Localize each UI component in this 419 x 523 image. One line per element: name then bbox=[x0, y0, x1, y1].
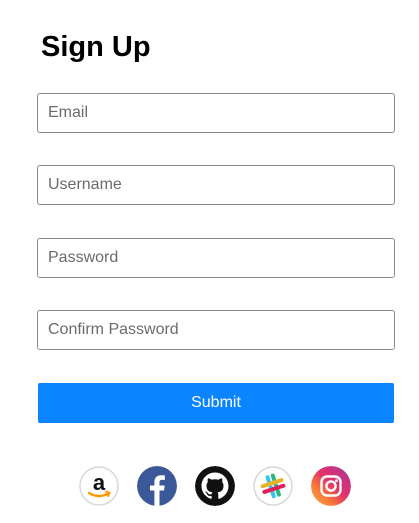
confirm-password-field[interactable] bbox=[37, 310, 395, 350]
social-login-row: a bbox=[79, 466, 351, 506]
signup-page: Sign Up Submit a bbox=[0, 0, 419, 523]
github-icon[interactable] bbox=[195, 466, 235, 506]
submit-button[interactable]: Submit bbox=[38, 383, 394, 423]
username-field[interactable] bbox=[37, 165, 395, 205]
slack-icon[interactable] bbox=[253, 466, 293, 506]
svg-text:a: a bbox=[93, 470, 106, 495]
email-field[interactable] bbox=[37, 93, 395, 133]
amazon-icon[interactable]: a bbox=[79, 466, 119, 506]
instagram-icon[interactable] bbox=[311, 466, 351, 506]
password-field[interactable] bbox=[37, 238, 395, 278]
page-title: Sign Up bbox=[41, 31, 151, 63]
facebook-icon[interactable] bbox=[137, 466, 177, 506]
